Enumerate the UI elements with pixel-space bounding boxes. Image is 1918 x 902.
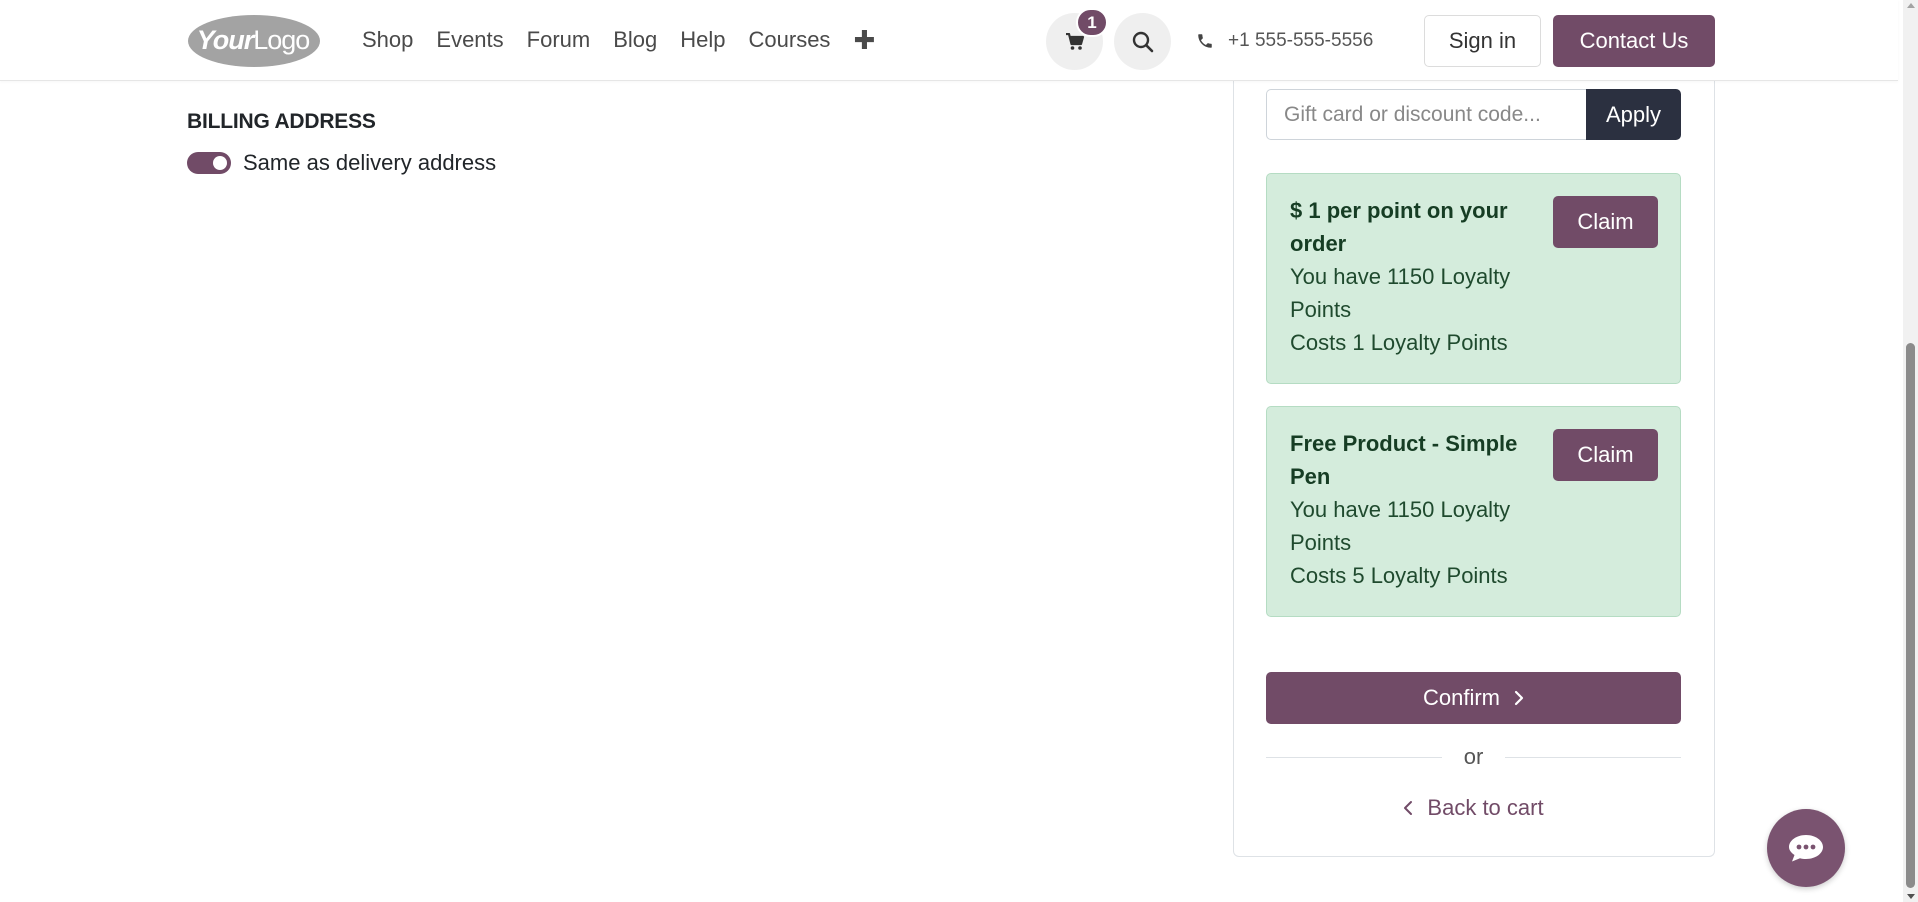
nav-item-courses[interactable]: Courses xyxy=(749,24,831,56)
switch-knob xyxy=(213,156,227,170)
apply-code-button[interactable]: Apply xyxy=(1586,89,1681,140)
search-icon xyxy=(1132,31,1153,52)
divider-line xyxy=(1505,756,1681,758)
chevron-left-icon xyxy=(1403,800,1413,816)
or-text: or xyxy=(1463,744,1484,769)
same-as-delivery-label: Same as delivery address xyxy=(243,150,497,175)
back-to-cart-link[interactable]: Back to cart xyxy=(1266,792,1681,824)
site-header: YourLogo Shop Events Forum Blog Help Cou… xyxy=(0,0,1898,81)
confirm-button[interactable]: Confirm xyxy=(1266,672,1681,724)
live-chat-button[interactable] xyxy=(1767,809,1845,887)
divider-line xyxy=(1266,756,1442,758)
phone-icon xyxy=(1196,32,1214,50)
scroll-down-icon[interactable] xyxy=(1907,894,1915,899)
main-nav: Shop Events Forum Blog Help Courses ✚ xyxy=(362,24,875,56)
reward-details: Free Product - Simple Pen You have 1150 … xyxy=(1290,427,1540,592)
reward-title: Free Product - Simple Pen xyxy=(1290,431,1518,489)
nav-item-blog[interactable]: Blog xyxy=(613,24,657,56)
phone-link[interactable]: +1 555-555-5556 xyxy=(1196,25,1373,57)
reward-cost: Costs 5 Loyalty Points xyxy=(1290,563,1508,588)
discount-code-input[interactable] xyxy=(1266,89,1586,140)
cart-count-badge: 1 xyxy=(1076,8,1108,37)
nav-item-forum[interactable]: Forum xyxy=(527,24,591,56)
cart-icon xyxy=(1065,32,1084,50)
or-divider: or xyxy=(1266,742,1681,772)
reward-title: $ 1 per point on your order xyxy=(1290,198,1508,256)
claim-button[interactable]: Claim xyxy=(1553,429,1658,481)
billing-address-title: BILLING ADDRESS xyxy=(187,110,376,133)
plus-icon[interactable]: ✚ xyxy=(853,24,875,56)
contact-us-button[interactable]: Contact Us xyxy=(1553,15,1715,67)
back-to-cart-label: Back to cart xyxy=(1427,795,1544,820)
claim-button[interactable]: Claim xyxy=(1553,196,1658,248)
chat-icon xyxy=(1789,835,1823,862)
same-as-delivery-toggle-row[interactable]: Same as delivery address xyxy=(187,150,496,176)
confirm-label: Confirm xyxy=(1422,685,1500,710)
nav-item-shop[interactable]: Shop xyxy=(362,24,413,56)
sign-in-button[interactable]: Sign in xyxy=(1424,15,1541,67)
chevron-right-icon xyxy=(1514,690,1524,706)
reward-balance: You have 1150 Loyalty Points xyxy=(1290,264,1511,322)
reward-cost: Costs 1 Loyalty Points xyxy=(1290,330,1508,355)
page-scrollbar[interactable] xyxy=(1903,0,1918,902)
scroll-up-icon[interactable] xyxy=(1907,3,1915,8)
reward-card: Free Product - Simple Pen You have 1150 … xyxy=(1266,406,1681,617)
phone-number: +1 555-555-5556 xyxy=(1228,30,1374,51)
nav-item-help[interactable]: Help xyxy=(680,24,725,56)
same-as-delivery-switch[interactable] xyxy=(187,152,231,174)
site-logo[interactable]: YourLogo xyxy=(186,13,320,68)
nav-item-events[interactable]: Events xyxy=(436,24,503,56)
reward-details: $ 1 per point on your order You have 115… xyxy=(1290,194,1540,359)
logo-text: YourLogo xyxy=(196,25,311,55)
search-button[interactable] xyxy=(1114,13,1171,70)
reward-balance: You have 1150 Loyalty Points xyxy=(1290,497,1511,555)
scrollbar-thumb[interactable] xyxy=(1906,343,1915,888)
reward-card: $ 1 per point on your order You have 115… xyxy=(1266,173,1681,384)
